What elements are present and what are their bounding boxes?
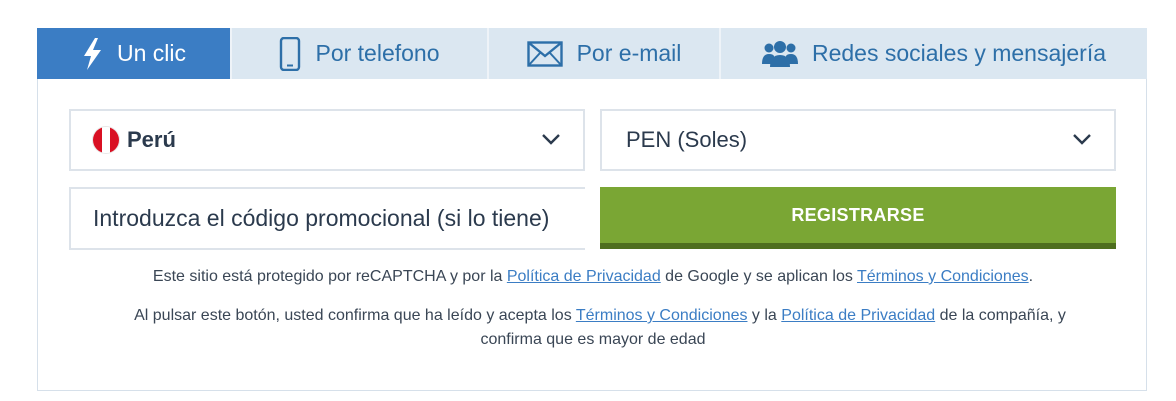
tab-email-label: Por e-mail [576,40,682,66]
phone-icon [280,36,301,71]
chevron-down-icon [1073,134,1091,145]
promo-code-input[interactable] [69,187,585,250]
tab-email[interactable]: Por e-mail [489,28,721,79]
consent-text-mid: y la [747,307,782,324]
google-terms-link[interactable]: Términos y Condiciones [857,268,1029,285]
recaptcha-text-end: . [1028,268,1034,285]
lightning-icon [83,37,101,70]
consent-line-2: confirma que es mayor de edad [480,331,706,348]
country-select[interactable]: Perú [69,109,585,171]
terms-link[interactable]: Términos y Condiciones [576,307,748,324]
registration-form: Perú PEN (Soles) REGISTRARSE Este sitio … [37,79,1147,391]
register-button[interactable]: REGISTRARSE [600,187,1116,249]
tab-phone[interactable]: Por telefono [232,28,489,79]
recaptcha-text-mid: de Google y se aplican los [660,268,857,285]
recaptcha-note: Este sitio está protegido por reCAPTCHA … [38,265,1148,289]
envelope-icon [526,40,563,67]
privacy-link[interactable]: Política de Privacidad [781,307,935,324]
country-value: Perú [127,127,176,152]
tab-one-click[interactable]: Un clic [37,28,232,79]
consent-text-start: Al pulsar este botón, usted confirma que… [134,307,576,324]
tab-phone-label: Por telefono [315,40,440,66]
tab-social[interactable]: Redes sociales y mensajería [721,28,1147,79]
currency-value: PEN (Soles) [626,127,748,152]
recaptcha-text-start: Este sitio está protegido por reCAPTCHA … [152,268,507,285]
registration-tabs: Un clic Por telefono Por e-mail Redes so… [37,28,1147,79]
chevron-down-icon [542,134,560,145]
currency-select[interactable]: PEN (Soles) [600,109,1116,171]
consent-note: Al pulsar este botón, usted confirma que… [38,304,1148,352]
consent-text-end: de la compañía, y [935,307,1066,324]
tab-social-label: Redes sociales y mensajería [811,40,1107,66]
peru-flag-icon [93,127,119,153]
registration-widget: Un clic Por telefono Por e-mail Redes so… [37,28,1147,391]
tab-one-click-label: Un clic [116,40,186,66]
google-privacy-link[interactable]: Política de Privacidad [507,268,661,285]
consent-line-1: Al pulsar este botón, usted confirma que… [38,304,1148,328]
users-icon [761,40,798,67]
